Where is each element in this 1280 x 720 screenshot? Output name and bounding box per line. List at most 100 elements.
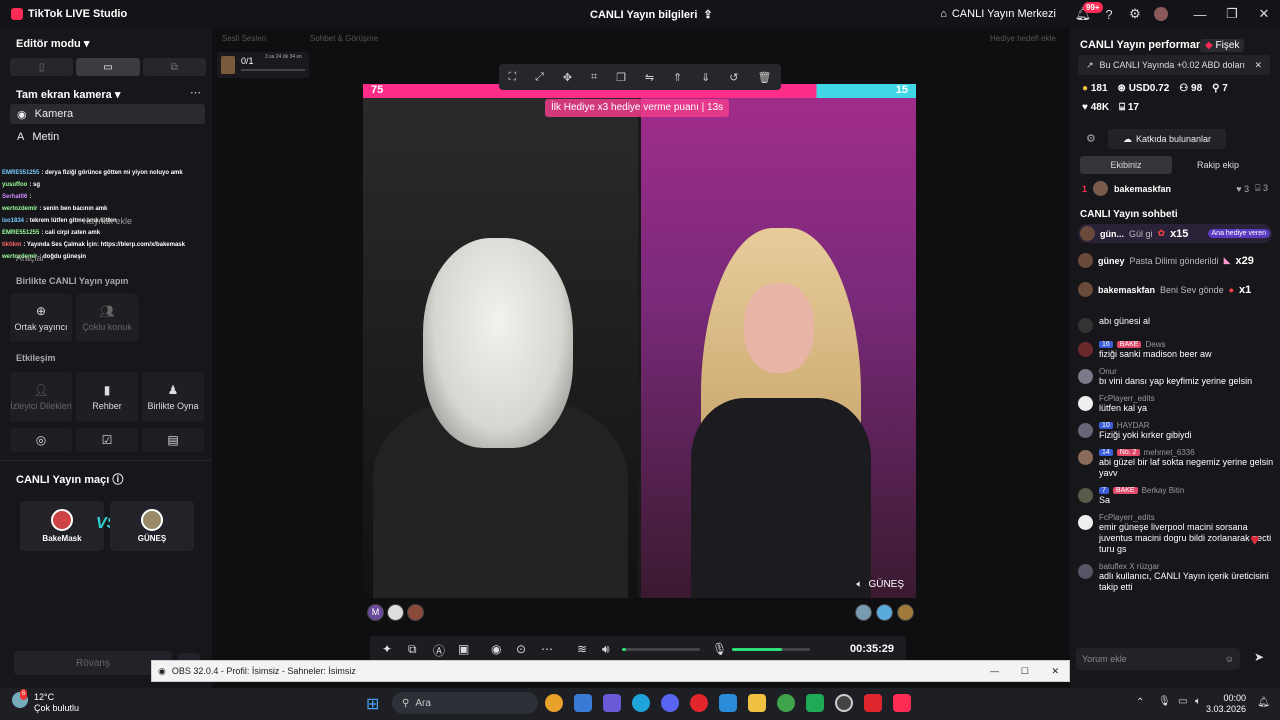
participant-avatar[interactable] bbox=[407, 604, 424, 621]
fit-icon[interactable]: ⤢ bbox=[535, 71, 544, 84]
chat-list[interactable]: abı günesi al 16 BAKE Dews fiziği sanki madi… bbox=[1078, 316, 1274, 631]
chat-user[interactable]: mehmet_6336 bbox=[1144, 448, 1195, 457]
fullscreen-icon[interactable]: ⛶ bbox=[508, 71, 516, 84]
gift-goal-widget[interactable]: 0/1 3 sa 24 dk 34 sn bbox=[217, 52, 309, 78]
obs-taskbar-icon[interactable] bbox=[835, 694, 853, 712]
guide-button[interactable]: ▮ Rehber bbox=[76, 372, 138, 422]
live-center-button[interactable]: ⌂ CANLI Yayın Merkezi bbox=[940, 8, 1056, 20]
viewer-wishes-button[interactable]: 👤︎ İzleyici Dilekleri bbox=[10, 372, 72, 422]
chat-user[interactable]: batuflex X rüzgar bbox=[1099, 562, 1159, 571]
tool-tile-6[interactable]: ▤ bbox=[142, 428, 204, 452]
more-icon[interactable]: ⋯ bbox=[541, 642, 553, 656]
help-button[interactable]: ? bbox=[1096, 1, 1122, 27]
teams-icon[interactable] bbox=[603, 694, 621, 712]
obs-minimize-button[interactable]: — bbox=[990, 666, 999, 676]
maximize-button[interactable]: ❐ bbox=[1216, 0, 1248, 28]
discord-icon[interactable] bbox=[661, 694, 679, 712]
landscape-layout-button[interactable]: ▭ bbox=[76, 58, 140, 76]
chat-message[interactable]: FcPlayerr_edits lütfen kal ya bbox=[1078, 394, 1274, 414]
chat-user[interactable]: Berkay Bitin bbox=[1142, 486, 1185, 495]
fighter-right[interactable]: GÜNEŞ bbox=[110, 501, 194, 551]
info-icon[interactable]: ⓘ bbox=[112, 474, 123, 486]
chat-message[interactable]: 14 No. 2 mehmet_6336 abi güzel bir laf sokt… bbox=[1078, 448, 1274, 479]
speaker-icon[interactable]: 🔈︎ bbox=[856, 579, 862, 590]
tool-tile-4[interactable]: ◎ bbox=[10, 428, 72, 452]
speaker-volume-slider[interactable] bbox=[622, 648, 700, 651]
chat-user[interactable]: Onur bbox=[1099, 367, 1117, 376]
top-link-1[interactable]: Sesli Sesleri bbox=[222, 34, 266, 43]
live-preview[interactable]: 🔈︎ GÜNEŞ 75 15 İlk Hediye x3 hediye verme… bbox=[363, 84, 916, 598]
portrait-layout-button[interactable]: ▯ bbox=[10, 58, 74, 76]
chat-user[interactable]: HAYDAR bbox=[1117, 421, 1150, 430]
participant-avatar[interactable]: M bbox=[367, 604, 384, 621]
send-icon[interactable]: ➤ bbox=[1254, 650, 1264, 664]
chat-message[interactable]: abı günesi al bbox=[1078, 316, 1274, 333]
gift-row[interactable]: güney Pasta Dilimi gönderildi ◣ x29 bbox=[1078, 253, 1272, 268]
xbox-icon[interactable] bbox=[806, 694, 824, 712]
record-icon[interactable]: ◉ bbox=[491, 642, 501, 656]
youtube-icon[interactable] bbox=[864, 694, 882, 712]
network-icon[interactable]: ▭ bbox=[1178, 696, 1187, 707]
editor-mode-dropdown[interactable]: Editör modu ▾ bbox=[16, 37, 89, 50]
profile-button[interactable] bbox=[1148, 1, 1174, 27]
chat-message[interactable]: 7 BAKE Berkay Bitin Sa bbox=[1078, 486, 1274, 506]
microphone-icon[interactable]: 🎙︎ bbox=[712, 642, 727, 656]
windows-start-icon[interactable]: ⊞ bbox=[366, 694, 379, 714]
center-icon[interactable]: ✥ bbox=[563, 71, 572, 84]
weather-widget[interactable]: 6 12°C Çok bulutlu bbox=[12, 689, 79, 714]
play-together-button[interactable]: ♟ Birlikte Oyna bbox=[142, 372, 204, 422]
chrome-2-icon[interactable] bbox=[777, 694, 795, 712]
chat-message[interactable]: 16 BAKE Dews fiziği sanki madison beer aw bbox=[1078, 340, 1274, 360]
tab-opponent-team[interactable]: Rakip ekip bbox=[1172, 156, 1264, 174]
obs-close-button[interactable]: ✕ bbox=[1051, 666, 1059, 677]
edge-icon[interactable] bbox=[632, 694, 650, 712]
ai-icon[interactable]: Ⓐ bbox=[433, 642, 445, 659]
layer-up-icon[interactable]: ⇑ bbox=[673, 71, 682, 84]
emoji-icon[interactable]: ☺ bbox=[1225, 654, 1234, 664]
rematch-button[interactable]: Rövanş bbox=[14, 651, 172, 675]
target-icon[interactable]: ⊙ bbox=[516, 642, 526, 656]
source-camera[interactable]: ◉ Kamera bbox=[10, 104, 205, 124]
obs-window-bar[interactable]: ◉ OBS 32.0.4 - Profil: İsimsiz - Sahnele… bbox=[151, 660, 1070, 682]
chat-message[interactable]: 10 HAYDAR Fiziği yoki kırker gibiydi bbox=[1078, 421, 1274, 441]
heart-icon[interactable]: ♥ bbox=[1250, 532, 1260, 550]
live-info-button[interactable]: CANLI Yayın bilgileri ⇪ bbox=[590, 8, 713, 22]
mail-icon[interactable] bbox=[719, 694, 737, 712]
more-icon[interactable]: ⋯ bbox=[190, 86, 201, 99]
settings-button[interactable]: ⚙ bbox=[1122, 1, 1148, 27]
clock[interactable]: 00:00 3.03.2026 bbox=[1206, 693, 1246, 715]
chat-user[interactable]: FcPlayerr_edits bbox=[1099, 513, 1155, 522]
fighter-left[interactable]: BakeMask bbox=[20, 501, 104, 551]
minimize-button[interactable]: — bbox=[1184, 0, 1216, 28]
obs-maximize-button[interactable]: ☐ bbox=[1021, 666, 1029, 677]
cohost-button[interactable]: ⊕ Ortak yayıncı bbox=[10, 294, 72, 342]
top-link-3[interactable]: Hediye hedefi ekle bbox=[990, 34, 1056, 43]
screen-icon[interactable]: ▣ bbox=[458, 642, 469, 656]
tiktok-taskbar-icon[interactable] bbox=[893, 694, 911, 712]
folder-icon[interactable] bbox=[748, 694, 766, 712]
chat-message[interactable]: batuflex X rüzgar adlı kullanıcı, CANLI Y… bbox=[1078, 562, 1274, 593]
participant-avatar[interactable] bbox=[876, 604, 893, 621]
close-icon[interactable]: ✕ bbox=[1254, 60, 1262, 71]
opera-icon[interactable] bbox=[690, 694, 708, 712]
participant-avatar[interactable] bbox=[897, 604, 914, 621]
taskbar-search[interactable]: ⚲ Ara bbox=[392, 692, 538, 714]
store-icon[interactable] bbox=[574, 694, 592, 712]
sound-icon[interactable]: 🔈︎ bbox=[1195, 696, 1201, 707]
notification-button[interactable]: 🔔︎ 99+ bbox=[1070, 1, 1103, 27]
fisek-button[interactable]: ◆ Fişek bbox=[1200, 39, 1245, 52]
reset-icon[interactable]: ↺ bbox=[729, 71, 738, 84]
chat-message[interactable]: FcPlayerr_edits emir güneşe liverpool mac… bbox=[1078, 513, 1274, 555]
participant-avatar[interactable] bbox=[387, 604, 404, 621]
effects-icon[interactable]: ⧉ bbox=[408, 642, 417, 657]
delete-icon[interactable]: 🗑︎ bbox=[757, 71, 771, 84]
participant-avatar[interactable] bbox=[855, 604, 872, 621]
copy-icon[interactable]: ❐ bbox=[616, 71, 626, 84]
tab-your-team[interactable]: Ekibiniz bbox=[1080, 156, 1172, 174]
comment-input[interactable]: Yorum ekle ☺ bbox=[1076, 648, 1240, 670]
close-button[interactable]: ✕ bbox=[1248, 0, 1280, 28]
chat-user[interactable]: Dews bbox=[1145, 340, 1165, 349]
layer-down-icon[interactable]: ⇓ bbox=[701, 71, 710, 84]
mic-volume-slider[interactable] bbox=[732, 648, 810, 651]
mic-tray-icon[interactable]: 🎙︎ bbox=[1158, 696, 1171, 707]
